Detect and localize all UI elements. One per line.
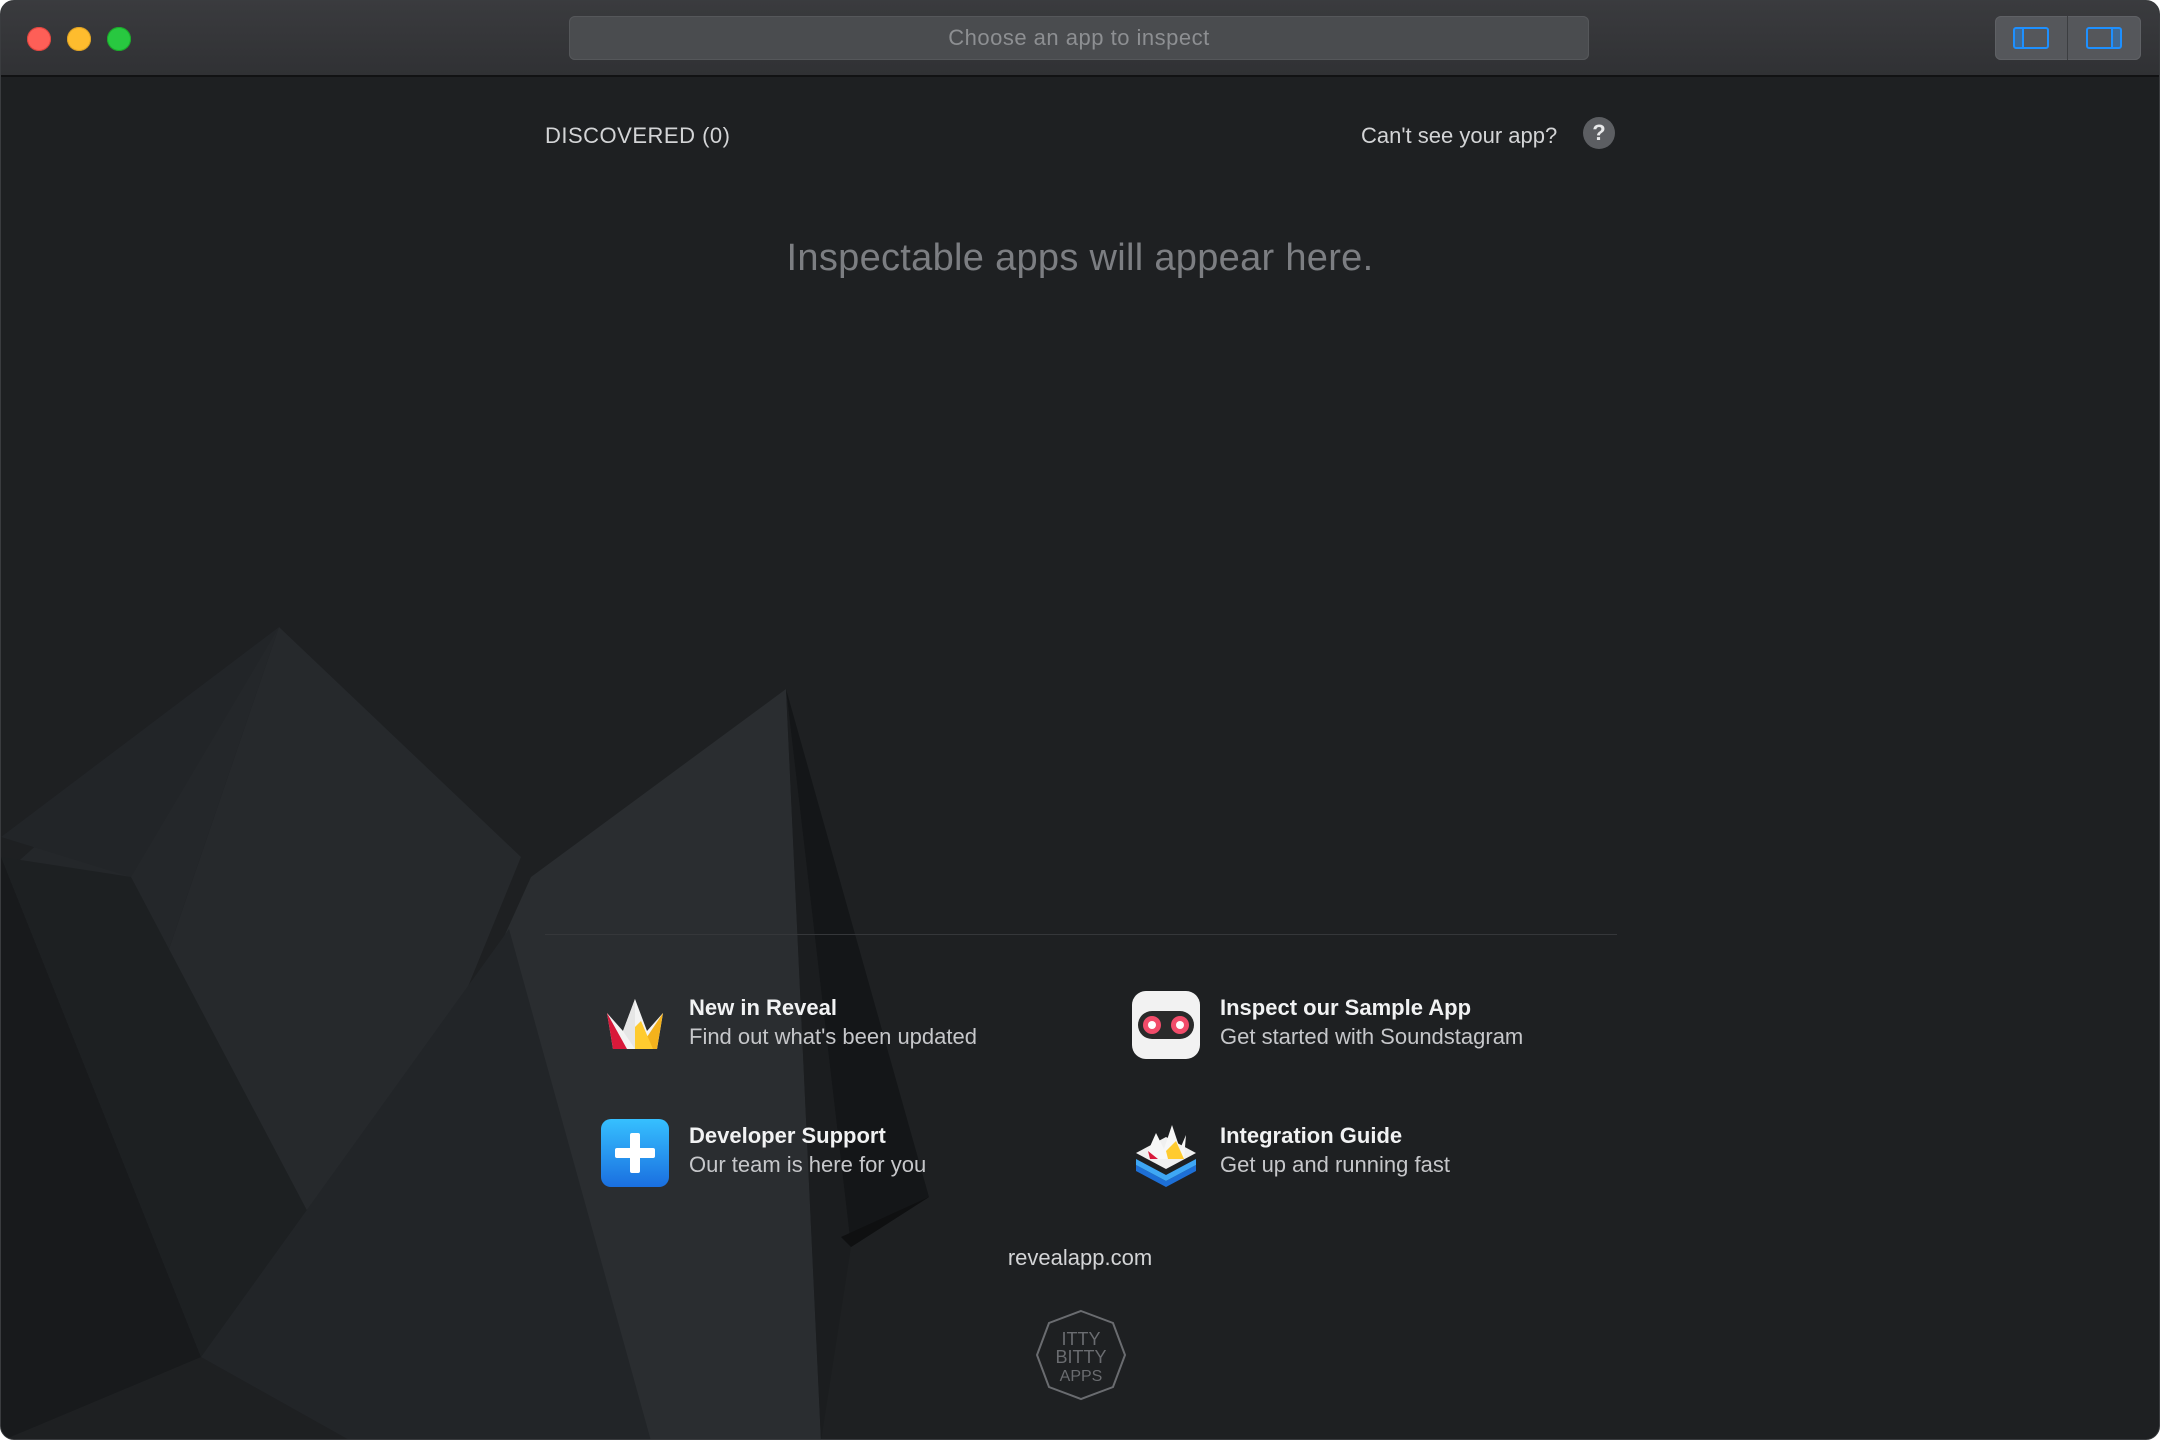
- app-chooser[interactable]: Choose an app to inspect: [569, 16, 1589, 60]
- reveal-crown-icon: [607, 999, 663, 1049]
- link-title: Inspect our Sample App: [1220, 995, 1472, 1020]
- svg-text:ITTY: ITTY: [1062, 1329, 1101, 1349]
- zoom-button[interactable]: [107, 27, 131, 51]
- reveal-window: Choose an app to inspect DISCOVERED (0) …: [0, 0, 2160, 1440]
- sidebar-toggle: [1995, 16, 2141, 60]
- empty-state-message: Inspectable apps will appear here.: [786, 237, 1374, 279]
- support-plus-icon: [601, 1119, 669, 1187]
- link-subtitle: Find out what's been updated: [689, 1024, 977, 1049]
- new-in-reveal-link[interactable]: New in Reveal Find out what's been updat…: [601, 991, 1081, 1061]
- divider: [545, 934, 1617, 935]
- cant-see-app-link[interactable]: Can't see your app?: [1361, 123, 1557, 149]
- link-title: Integration Guide: [1220, 1123, 1403, 1148]
- sidebar-left-icon: [2013, 27, 2049, 49]
- sample-app-link[interactable]: Inspect our Sample App Get started with …: [1132, 991, 1612, 1061]
- integration-stack-icon: [1136, 1125, 1196, 1187]
- soundstagram-icon: [1132, 991, 1200, 1059]
- right-sidebar-toggle[interactable]: [2068, 16, 2140, 60]
- main-content: DISCOVERED (0) Can't see your app? ? Ins…: [1, 77, 2159, 1439]
- link-subtitle: Get started with Soundstagram: [1220, 1024, 1524, 1049]
- svg-text:BITTY: BITTY: [1055, 1347, 1106, 1367]
- link-title: Developer Support: [689, 1123, 886, 1148]
- svg-text:APPS: APPS: [1060, 1368, 1103, 1385]
- itty-bitty-apps-logo: ITTY BITTY APPS: [1035, 1309, 1127, 1401]
- help-icon[interactable]: ?: [1583, 117, 1615, 149]
- website-link[interactable]: revealapp.com: [1, 1245, 2159, 1271]
- sidebar-right-icon: [2086, 27, 2122, 49]
- link-subtitle: Our team is here for you: [689, 1152, 927, 1177]
- link-subtitle: Get up and running fast: [1220, 1152, 1450, 1177]
- link-title: New in Reveal: [689, 995, 837, 1020]
- background-polygons: [1, 627, 929, 1439]
- integration-guide-link[interactable]: Integration Guide Get up and running fas…: [1132, 1119, 1612, 1189]
- close-button[interactable]: [27, 27, 51, 51]
- minimize-button[interactable]: [67, 27, 91, 51]
- title-bar: Choose an app to inspect: [1, 1, 2159, 77]
- left-sidebar-toggle[interactable]: [1995, 16, 2068, 60]
- discovered-header: DISCOVERED (0): [545, 123, 731, 148]
- developer-support-link[interactable]: Developer Support Our team is here for y…: [601, 1119, 1081, 1189]
